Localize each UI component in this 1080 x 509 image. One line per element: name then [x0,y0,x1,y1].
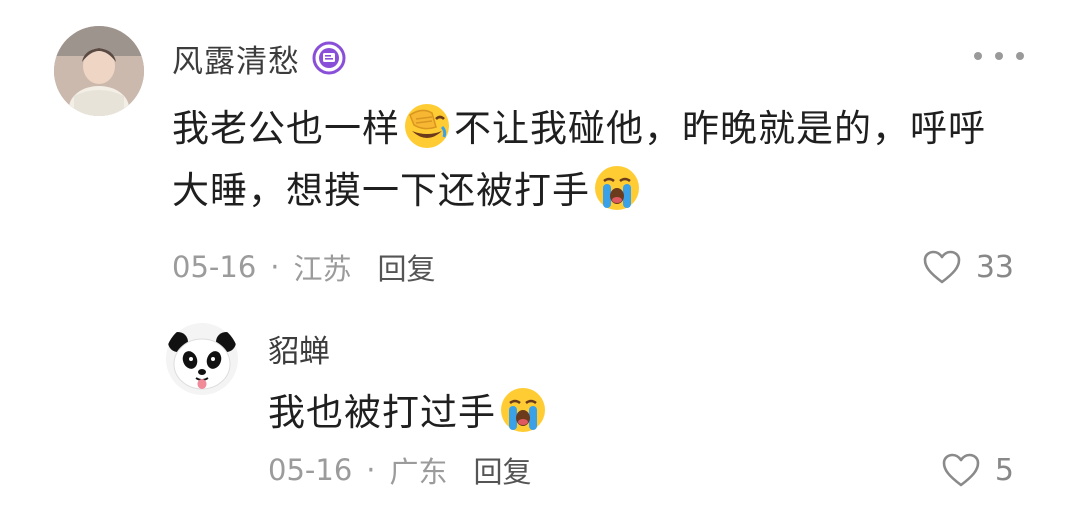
meta-separator: · [366,453,376,487]
avatar[interactable] [54,26,144,116]
more-dot [995,52,1003,60]
comment-date: 05-16 [172,250,257,284]
avatar-photo-icon [54,26,144,116]
comment-item: 风露清愁 我老公也一样 不让我碰他，昨晚就是的，呼呼大睡，想摸一下还被打手 05… [0,0,1080,300]
panda-avatar-icon [166,323,238,395]
like-button[interactable]: 33 [922,247,1014,287]
more-dots-icon [974,52,982,60]
reply-meta: 05-16 · 广东 回复 [268,450,532,490]
meta-separator: · [270,250,280,284]
face-palm-laugh-emoji [402,101,452,151]
reply-button[interactable]: 回复 [474,449,532,491]
reply-body: 我也被打过手 [268,385,550,439]
reply-text: 我也被打过手 [268,391,496,434]
loudly-crying-face-emoji [498,385,548,435]
more-options-button[interactable] [974,46,1024,66]
comment-meta: 05-16 · 江苏 回复 [172,247,436,287]
loudly-crying-face-emoji [592,163,642,213]
username[interactable]: 风露清愁 [172,36,300,81]
reply-button[interactable]: 回复 [378,246,436,288]
reply-item: 貂蝉 我也被打过手 05-16 · 广东 回复 5 [0,300,1080,509]
avatar[interactable] [165,322,239,396]
member-badge-icon [312,41,346,75]
reply-location: 广东 [389,455,448,489]
heart-outline-icon [923,250,961,284]
comment-location: 江苏 [293,252,352,286]
like-count: 33 [975,249,1014,285]
more-dot [1016,52,1024,60]
reply-date: 05-16 [268,453,353,487]
like-count: 5 [994,452,1014,488]
username[interactable]: 貂蝉 [268,326,330,371]
comment-body: 我老公也一样 不让我碰他，昨晚就是的，呼呼大睡，想摸一下还被打手 [172,98,1022,222]
comment-text-part-1: 我老公也一样 [172,107,400,150]
heart-outline-icon [942,453,980,487]
author-row: 风露清愁 [172,36,346,80]
like-button[interactable]: 5 [941,450,1014,490]
